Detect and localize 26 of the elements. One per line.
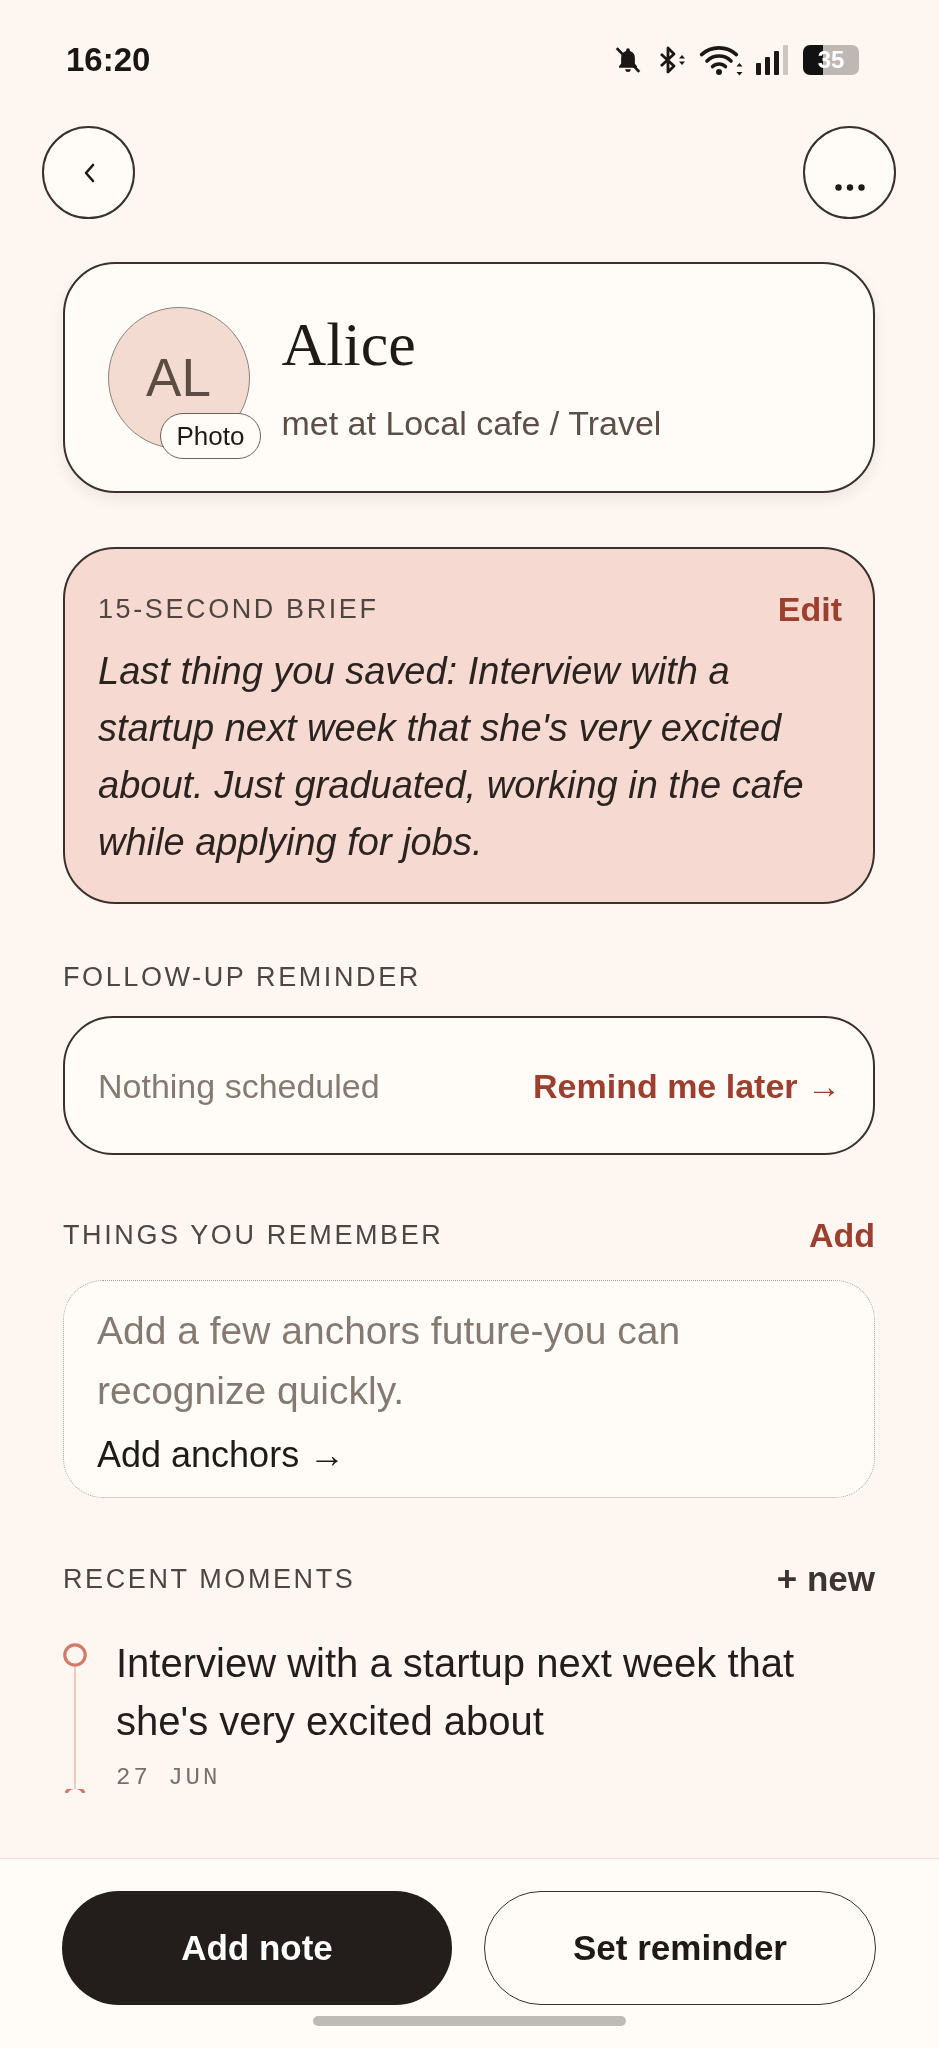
section-label: FOLLOW-UP REMINDER [63, 961, 422, 993]
section-label: RECENT MOMENTS [63, 1563, 356, 1595]
contact-subtitle: met at Local cafe / Travel [281, 402, 662, 443]
more-icon [834, 184, 865, 191]
wifi-icon [699, 44, 743, 76]
empty-state-text: Add a few anchors future-you can recognize quickly. [97, 1308, 682, 1414]
signal-icon [756, 45, 790, 75]
reminder-status: Nothing scheduled [98, 1065, 380, 1106]
bell-off-icon [613, 45, 643, 75]
brief-text: Last thing you saved: Interview with a startup next week that she's very excited about. Just graduated, working in the cafe while applying for jobs. [98, 649, 805, 865]
set-reminder-button[interactable]: Set reminder [484, 1890, 876, 2005]
new-moment-button[interactable]: + new [776, 1557, 875, 1601]
remind-later-button[interactable]: Remind me later → [533, 1065, 841, 1106]
edit-button[interactable]: Edit [777, 588, 842, 629]
timeline-dot-icon [63, 1643, 87, 1667]
add-note-button[interactable]: Add note [62, 1890, 452, 2005]
photo-button[interactable]: Photo [159, 412, 262, 459]
moment-date: 27 JUN [116, 1763, 222, 1793]
status-time: 16:20 [66, 40, 151, 80]
moment-text[interactable]: Interview with a startup next week that she's very excited about [116, 1634, 875, 1750]
add-button[interactable]: Add [808, 1215, 875, 1255]
add-anchors-link[interactable]: Add anchors → [97, 1433, 346, 1477]
section-label: 15-SECOND BRIEF [98, 592, 379, 625]
section-label: THINGS YOU REMEMBER [63, 1219, 444, 1251]
contact-name: Alice [281, 308, 417, 380]
back-icon [82, 162, 95, 183]
